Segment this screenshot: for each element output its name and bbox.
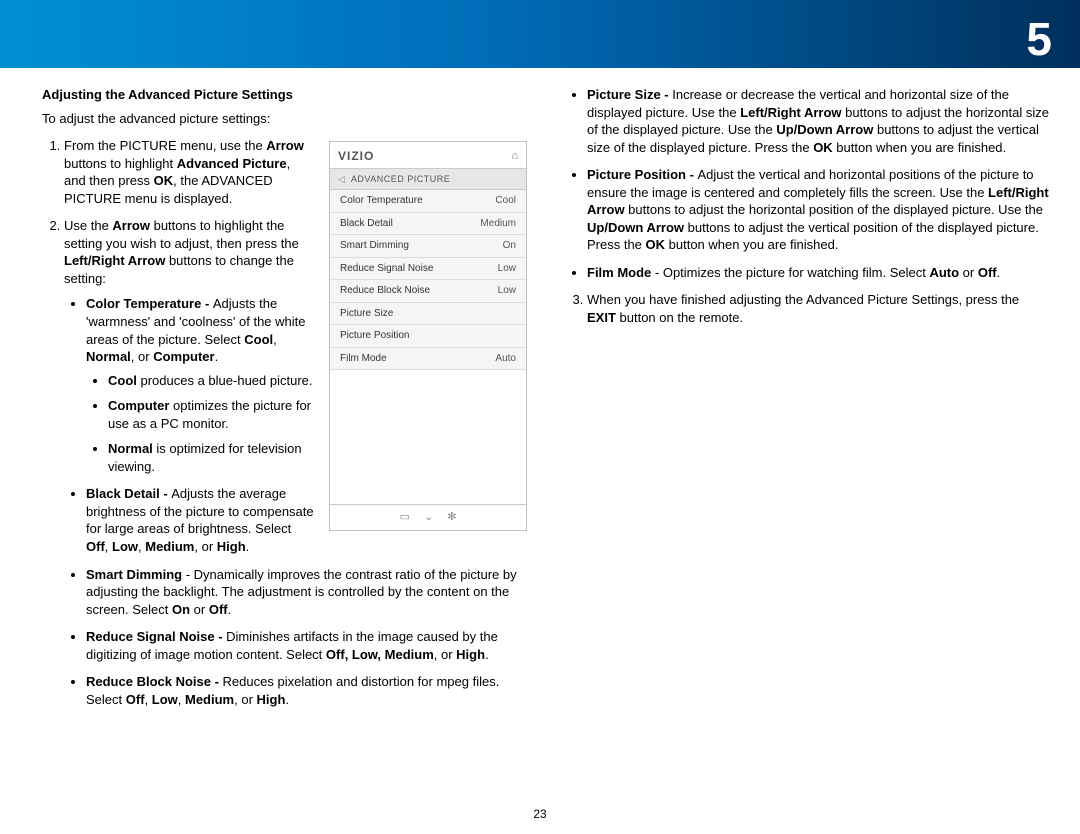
- menu-row: Picture Size: [330, 303, 526, 326]
- content-area: Adjusting the Advanced Picture Settings …: [0, 68, 1080, 718]
- menu-row: Film ModeAuto: [330, 348, 526, 371]
- right-column: Picture Size - Increase or decrease the …: [565, 86, 1050, 718]
- home-icon: ⌂: [511, 149, 518, 164]
- menu-rows: Color TemperatureCool Black DetailMedium…: [330, 190, 526, 370]
- menu-row: Color TemperatureCool: [330, 190, 526, 213]
- header-band: 5: [0, 0, 1080, 68]
- page-number: 23: [533, 806, 546, 822]
- menu-title: ADVANCED PICTURE: [351, 173, 450, 185]
- intro-text: To adjust the advanced picture settings:: [42, 110, 527, 128]
- setting-smart-dimming: Smart Dimming - Dynamically improves the…: [86, 566, 527, 619]
- tv-menu-screenshot: VIZIO ⌂ ◁ ADVANCED PICTURE Color Tempera…: [329, 141, 527, 531]
- setting-picture-size: Picture Size - Increase or decrease the …: [587, 86, 1050, 156]
- step-3: When you have finished adjusting the Adv…: [587, 291, 1050, 326]
- setting-reduce-signal-noise: Reduce Signal Noise - Diminishes artifac…: [86, 628, 527, 663]
- section-heading: Adjusting the Advanced Picture Settings: [42, 86, 527, 104]
- menu-row: Reduce Block NoiseLow: [330, 280, 526, 303]
- setting-reduce-block-noise: Reduce Block Noise - Reduces pixelation …: [86, 673, 527, 708]
- left-column: Adjusting the Advanced Picture Settings …: [42, 86, 527, 718]
- setting-film-mode: Film Mode - Optimizes the picture for wa…: [587, 264, 1050, 282]
- settings-icon: ✻: [447, 510, 456, 525]
- menu-row: Smart DimmingOn: [330, 235, 526, 258]
- setting-picture-position: Picture Position - Adjust the vertical a…: [587, 166, 1050, 254]
- menu-row: Reduce Signal NoiseLow: [330, 258, 526, 281]
- menu-brand: VIZIO: [338, 148, 374, 164]
- menu-row: Black DetailMedium: [330, 213, 526, 236]
- wide-icon: ▭: [400, 510, 410, 525]
- menu-footer-icons: ▭ ⌄ ✻: [330, 504, 526, 530]
- menu-row: Picture Position: [330, 325, 526, 348]
- chevron-down-icon: ⌄: [424, 510, 433, 525]
- back-icon: ◁: [338, 173, 345, 185]
- chapter-number: 5: [1026, 8, 1052, 70]
